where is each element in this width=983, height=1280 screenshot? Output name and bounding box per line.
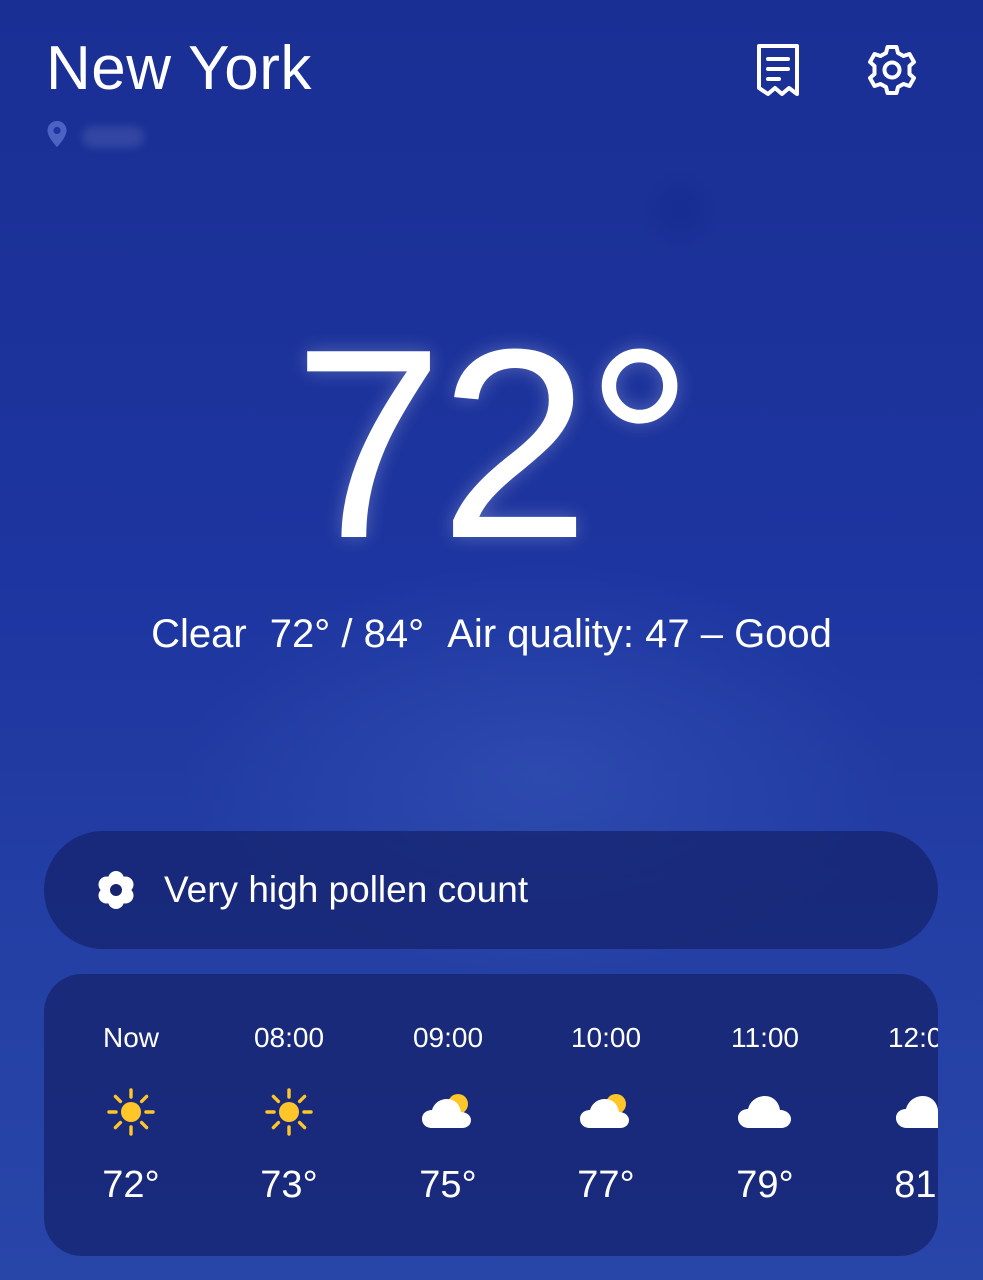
cloud-icon <box>735 1082 795 1142</box>
current-temperature: 72° <box>293 294 693 595</box>
hour-temperature: 73° <box>260 1164 318 1206</box>
sun-icon <box>259 1082 319 1142</box>
hour-time: 10:00 <box>570 1022 642 1053</box>
hourly-item[interactable]: Now 72° <box>71 974 191 1256</box>
sun-icon <box>101 1082 161 1142</box>
city-name[interactable]: New York <box>46 38 312 100</box>
flower-icon <box>94 868 138 912</box>
hourly-item[interactable]: 09:00 75° <box>388 974 508 1256</box>
hourly-item[interactable]: 11:00 79° <box>705 974 825 1256</box>
pollen-alert-card[interactable]: Very high pollen count <box>44 831 938 949</box>
background-glow <box>640 170 720 250</box>
partly-cloudy-icon <box>418 1082 478 1142</box>
hour-time: 08:00 <box>253 1022 325 1053</box>
location-pin-icon <box>46 120 68 153</box>
report-button[interactable] <box>750 42 806 103</box>
air-quality-text[interactable]: Air quality: 47 – Good <box>447 612 832 656</box>
condition-text: Clear <box>151 612 247 656</box>
hour-temperature: 75° <box>419 1164 477 1206</box>
hour-time: 11:00 <box>731 1022 799 1053</box>
hour-temperature: 79° <box>736 1164 794 1206</box>
hour-temperature: 72° <box>102 1164 160 1206</box>
hour-time: 09:00 <box>412 1022 484 1053</box>
hour-temperature: 81° <box>894 1164 938 1206</box>
partly-cloudy-icon <box>576 1082 636 1142</box>
gear-icon <box>864 42 920 103</box>
hourly-item[interactable]: 08:00 73° <box>229 974 349 1256</box>
document-icon <box>753 42 803 103</box>
hourly-item[interactable]: 12:00 81° <box>863 974 938 1256</box>
weather-summary: Clear 72° / 84° Air quality: 47 – Good <box>0 610 983 658</box>
cloud-icon <box>893 1082 938 1142</box>
temperature-range: 72° / 84° <box>269 612 425 656</box>
pollen-alert-text: Very high pollen count <box>164 869 529 910</box>
hour-temperature: 77° <box>577 1164 635 1206</box>
hourly-item[interactable]: 10:00 77° <box>546 974 666 1256</box>
location-label-blurred <box>82 125 144 148</box>
hour-time: Now <box>102 1022 159 1053</box>
hourly-forecast[interactable]: Now 72° 08:00 73° 09:00 75° 10:00 77° 11… <box>44 974 938 1256</box>
settings-button[interactable] <box>864 44 920 100</box>
hour-time: 12:00 <box>887 1022 938 1053</box>
location-indicator <box>46 120 144 153</box>
